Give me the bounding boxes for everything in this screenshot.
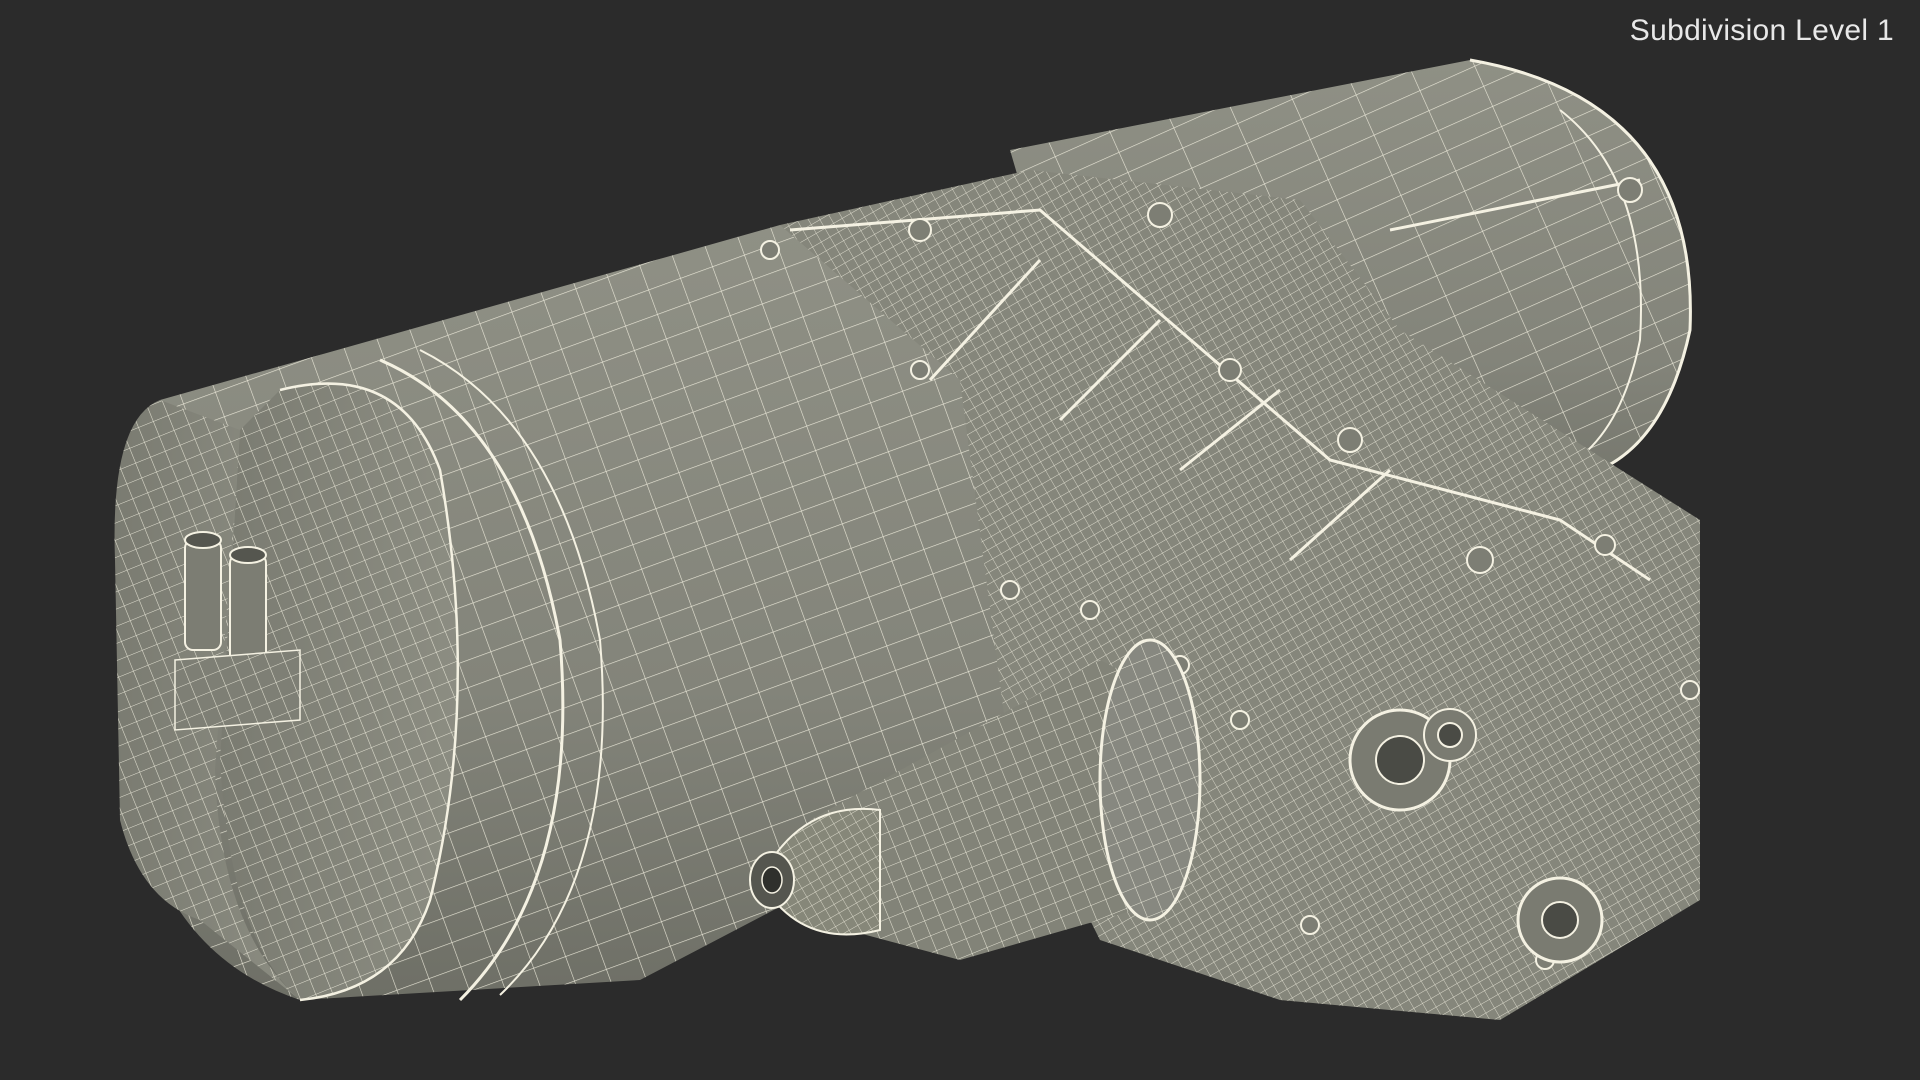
subdivision-level-label: Subdivision Level 1 [1629, 14, 1894, 47]
wireframe-model-render [114, 58, 1700, 1020]
3d-viewport[interactable]: Subdivision Level 1 [0, 0, 1920, 1080]
